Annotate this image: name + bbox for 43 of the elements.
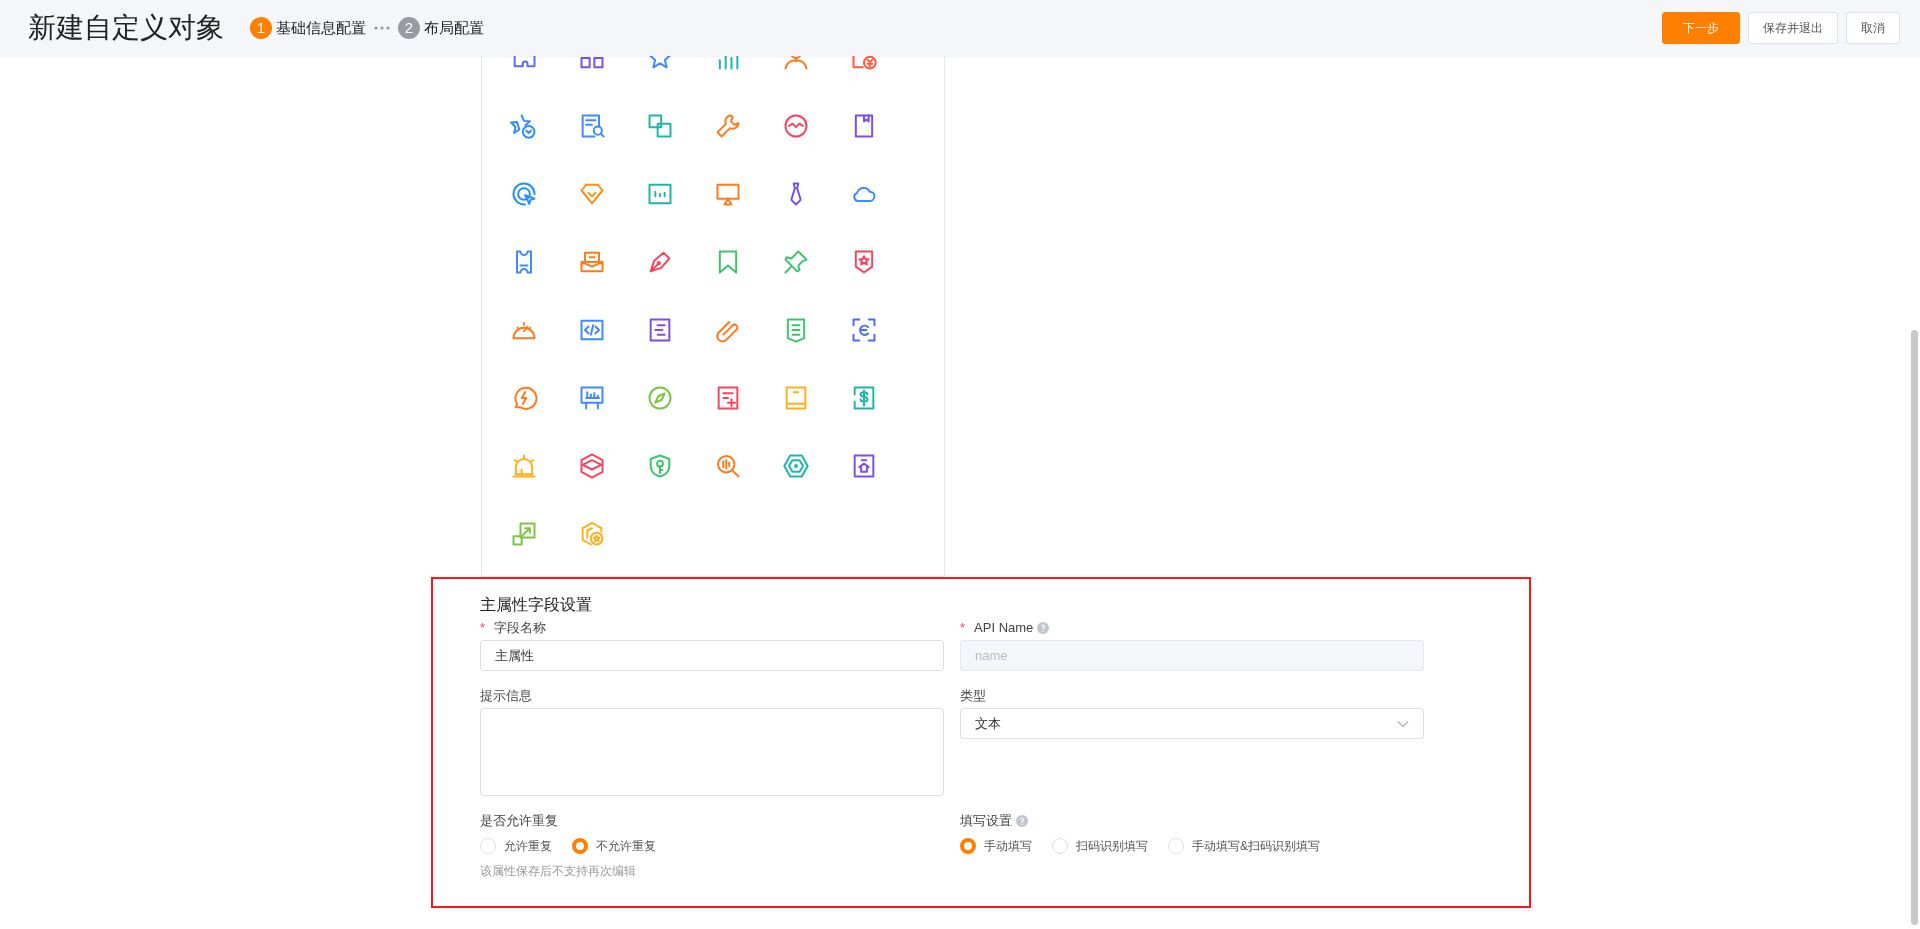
- field-label: 是否允许重复: [480, 812, 558, 830]
- field-label: API Name: [974, 619, 1034, 637]
- step-number: 2: [398, 17, 420, 39]
- radio-button[interactable]: [960, 838, 976, 854]
- board-chart-icon[interactable]: [578, 384, 606, 412]
- search-voice-icon[interactable]: [714, 452, 742, 480]
- alarm-icon[interactable]: [510, 452, 538, 480]
- field-label: 提示信息: [480, 687, 532, 705]
- page-title: 新建自定义对象: [28, 11, 224, 45]
- field-label: 字段名称: [494, 619, 547, 637]
- step-label: 基础信息配置: [276, 17, 366, 38]
- step-label: 布局配置: [424, 17, 484, 38]
- textarea-field[interactable]: [480, 708, 944, 796]
- radio-option[interactable]: 允许重复: [480, 837, 552, 855]
- expand-square-icon[interactable]: [510, 520, 538, 548]
- cursor-circle-icon[interactable]: [510, 180, 538, 208]
- radio-option[interactable]: 不允许重复: [572, 837, 656, 855]
- header-button[interactable]: 取消: [1846, 12, 1900, 44]
- select-field[interactable]: 文本: [960, 708, 1424, 739]
- pulse-circle-icon[interactable]: [782, 112, 810, 140]
- input-field[interactable]: 主属性: [480, 640, 944, 671]
- chevron-down-icon: [1397, 719, 1409, 728]
- radio-button[interactable]: [572, 838, 588, 854]
- radio-option[interactable]: 手动填写&扫码识别填写: [1168, 837, 1320, 855]
- field-label: 类型: [960, 687, 986, 705]
- radio-option[interactable]: 扫码识别填写: [1052, 837, 1148, 855]
- required-mark: *: [960, 619, 966, 637]
- help-icon[interactable]: [1016, 815, 1028, 827]
- radio-option[interactable]: 手动填写: [960, 837, 1032, 855]
- step-number: 1: [250, 17, 272, 39]
- squares-icon[interactable]: [646, 112, 674, 140]
- hex-nut-icon[interactable]: [782, 452, 810, 480]
- header-button[interactable]: 保存并退出: [1748, 12, 1838, 44]
- pin-icon[interactable]: [782, 248, 810, 276]
- dots-icon: [374, 26, 390, 30]
- required-mark: *: [480, 619, 486, 637]
- compass-icon[interactable]: [646, 384, 674, 412]
- hint-text: 该属性保存后不支持再次编辑: [480, 863, 637, 880]
- section-title: 主属性字段设置: [480, 595, 593, 615]
- hexagon-layers-icon[interactable]: [578, 452, 606, 480]
- wrench-icon[interactable]: [714, 112, 742, 140]
- field-label: 填写设置: [960, 812, 1012, 830]
- scrollbar-thumb[interactable]: [1911, 330, 1918, 925]
